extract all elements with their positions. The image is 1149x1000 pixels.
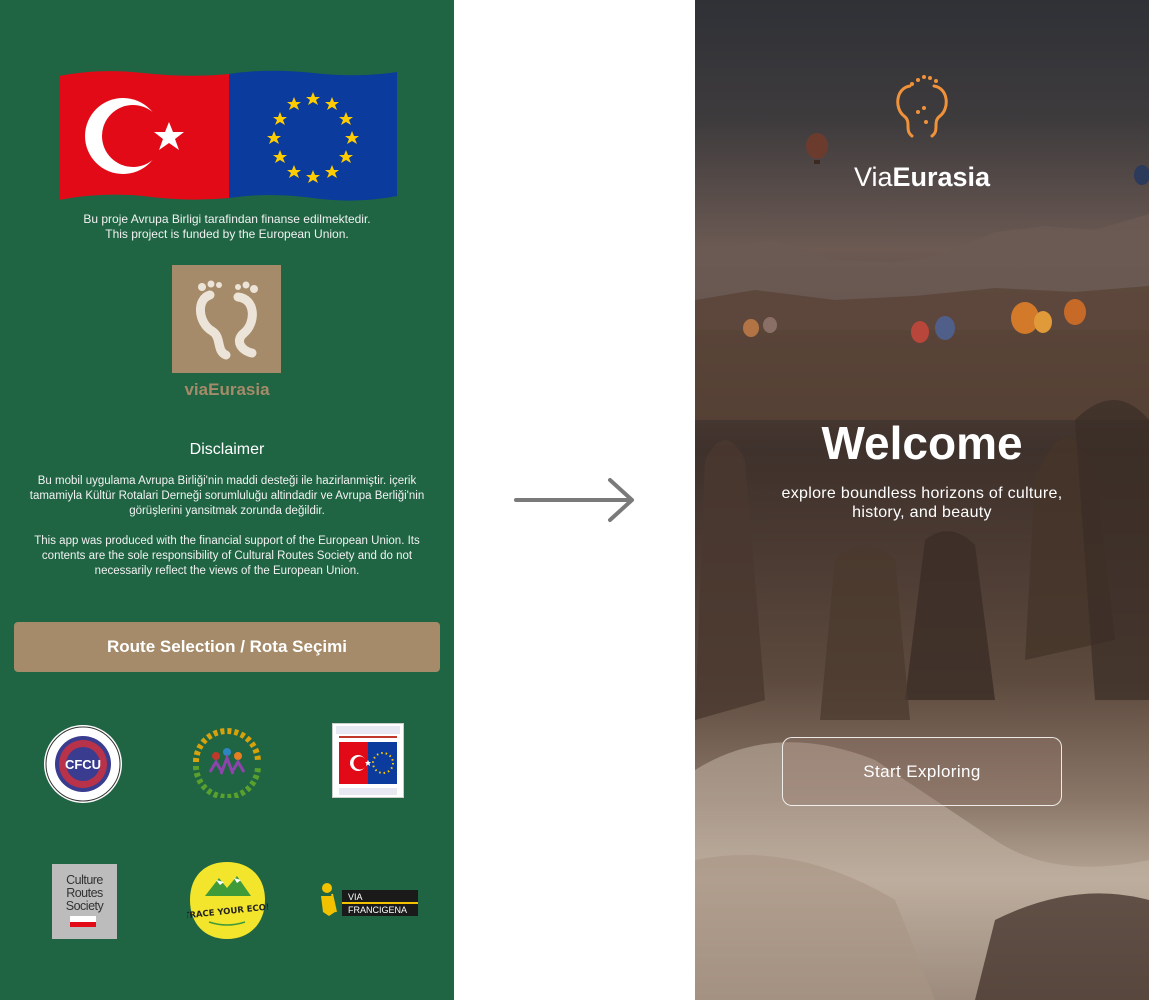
cfcu-logo: CFCU: [44, 725, 122, 803]
disclaimer-text-tr: Bu mobil uygulama Avrupa Birliği'nin mad…: [29, 475, 425, 517]
cfcu-label: CFCU: [65, 757, 101, 772]
welcome-screen: ViaEurasia Welcome explore boundless hor…: [695, 0, 1149, 1000]
via-francigena-icon: VIA FRANCIGENA: [321, 883, 418, 916]
disclaimer-title: Disclaimer: [189, 441, 265, 458]
vf-label-1: VIA: [348, 892, 363, 902]
culture-routes-society-logo: Culture Routes Society: [52, 864, 117, 939]
transition-area: [454, 0, 695, 1000]
crs-flag-icon: [70, 916, 96, 927]
viaeurasia-footprints-logo: [172, 265, 281, 373]
brand-name-light: Via: [853, 162, 893, 192]
welcome-heading: Welcome: [821, 417, 1023, 469]
civil-society-dialogue-icon: [193, 728, 261, 800]
trace-your-eco-logo: TRACE YOUR ECO!: [183, 860, 270, 941]
footprints-icon: [196, 280, 258, 360]
start-exploring-button[interactable]: Start Exploring: [782, 737, 1062, 806]
brand-name-bold: Eurasia: [892, 162, 991, 192]
crs-line-3: Society: [65, 899, 104, 913]
left-panel: Bu proje Avrupa Birligi tarafindan finan…: [0, 0, 454, 1000]
right-arrow-icon: [514, 478, 634, 522]
mfa-eu-affairs-logo: [332, 723, 404, 798]
brand-name: ViaEurasia: [695, 162, 1149, 193]
vf-label-2: FRANCIGENA: [348, 905, 407, 915]
viaeurasia-brand-icon: [896, 75, 948, 138]
funding-text-en: This project is funded by the European U…: [105, 227, 349, 241]
logo-name: viaEurasia: [184, 380, 270, 399]
via-francigena-logo: VIA FRANCIGENA: [318, 882, 418, 918]
cfcu-emblem-icon: CFCU: [45, 726, 121, 802]
trace-your-eco-icon: TRACE YOUR ECO!: [183, 862, 270, 939]
funding-text-tr: Bu proje Avrupa Birligi tarafindan finan…: [83, 212, 371, 226]
welcome-tagline: explore boundless horizons of culture, h…: [781, 485, 1063, 521]
civil-society-dialogue-logo: [186, 722, 268, 800]
turkey-eu-flags-image: [59, 70, 397, 201]
mfa-eu-emblem-icon: [336, 726, 400, 795]
route-selection-button[interactable]: Route Selection / Rota Seçimi: [14, 622, 440, 672]
disclaimer-text-en: This app was produced with the financial…: [34, 535, 420, 577]
